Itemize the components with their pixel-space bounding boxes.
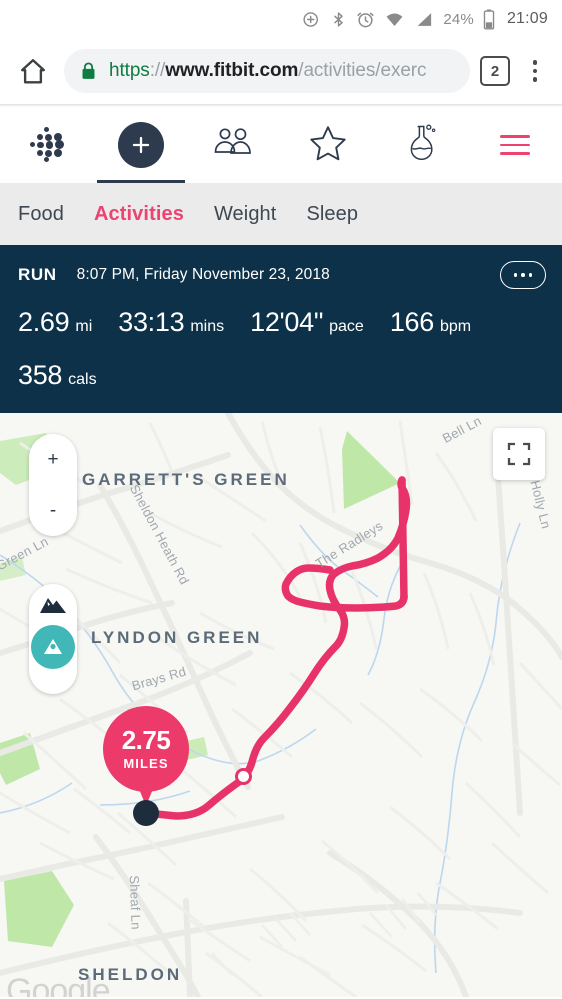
tab-activities[interactable]: Activities <box>94 203 184 226</box>
nav-item-friends[interactable] <box>187 107 281 183</box>
activity-datetime-label: 8:07 PM, Friday November 23, 2018 <box>76 266 330 283</box>
stat-duration: 33:13 mins <box>118 307 224 338</box>
route-start-marker <box>133 800 159 826</box>
route-waypoint-marker <box>235 768 252 785</box>
more-options-icon[interactable] <box>500 261 546 289</box>
stat-distance: 2.69 mi <box>18 307 92 338</box>
mile-marker-distance: 2.75 <box>121 725 171 756</box>
stat-distance-value: 2.69 <box>18 307 70 337</box>
nav-item-log-activity[interactable] <box>94 107 188 183</box>
url-separator: :// <box>149 60 166 81</box>
zoom-out-button[interactable]: - <box>50 501 56 520</box>
stat-duration-value: 33:13 <box>118 307 185 337</box>
zoom-in-button[interactable]: + <box>47 450 58 469</box>
stat-pace: 12'04" pace <box>250 307 364 338</box>
mile-marker-unit: MILES <box>123 755 169 771</box>
add-icon <box>117 122 164 168</box>
stat-duration-unit: mins <box>190 318 225 335</box>
stat-calories-unit: cals <box>68 371 97 388</box>
fitbit-top-nav <box>0 107 562 183</box>
cell-signal-icon <box>414 10 434 29</box>
tab-food[interactable]: Food <box>18 203 64 226</box>
fullscreen-icon[interactable] <box>493 428 545 480</box>
tab-sleep[interactable]: Sleep <box>306 203 358 226</box>
route-map[interactable]: GARRETT'S GREEN LYNDON GREEN SHELDON Bel… <box>0 413 562 997</box>
star-icon <box>308 124 348 167</box>
battery-percent-label: 24% <box>443 10 474 28</box>
lock-icon <box>80 61 97 81</box>
phone-screen: 24% 21:09 https://www.fitbit.com/activit… <box>0 0 562 999</box>
home-icon[interactable] <box>12 50 54 92</box>
alarm-icon <box>356 10 375 29</box>
tab-counter-button[interactable]: 2 <box>480 56 510 86</box>
battery-icon <box>483 8 495 30</box>
activity-type-label: RUN <box>18 265 57 284</box>
url-bar[interactable]: https://www.fitbit.com/activities/exerc <box>64 49 470 93</box>
url-text: https://www.fitbit.com/activities/exerc <box>109 60 426 82</box>
stat-pace-unit: pace <box>329 318 364 335</box>
location-add-icon <box>302 10 321 29</box>
wifi-icon <box>384 10 405 29</box>
mile-marker-pin[interactable]: 2.75 MILES <box>103 706 189 792</box>
stat-heartrate: 166 bpm <box>390 307 471 338</box>
map-canvas <box>0 413 562 997</box>
bluetooth-icon <box>330 10 347 29</box>
flask-icon <box>405 122 439 169</box>
activity-summary-panel: RUN 8:07 PM, Friday November 23, 2018 2.… <box>0 245 562 413</box>
category-tabs: Food Activities Weight Sleep <box>0 183 562 245</box>
nav-item-menu[interactable] <box>468 107 562 183</box>
status-clock: 21:09 <box>506 10 548 27</box>
map-zoom-controls[interactable]: + - <box>29 434 77 536</box>
kebab-menu-icon[interactable] <box>520 54 550 88</box>
terrain-icon[interactable] <box>38 594 68 619</box>
summary-stats-row-2: 358 cals <box>18 360 544 391</box>
android-status-bar: 24% 21:09 <box>0 0 562 38</box>
stat-heartrate-unit: bpm <box>439 318 472 335</box>
nav-item-challenges[interactable] <box>281 107 375 183</box>
nav-item-labs[interactable] <box>375 107 469 183</box>
map-layer-controls[interactable] <box>29 584 77 694</box>
stat-calories: 358 cals <box>18 360 97 391</box>
stat-distance-unit: mi <box>75 318 93 335</box>
browser-toolbar: https://www.fitbit.com/activities/exerc … <box>0 38 562 104</box>
summary-header: RUN 8:07 PM, Friday November 23, 2018 <box>18 265 544 285</box>
url-path: /activities/exerc <box>298 60 427 81</box>
fitbit-logo <box>24 125 70 165</box>
stat-pace-value: 12'04" <box>250 307 324 337</box>
nav-item-fitbit-logo[interactable] <box>0 107 94 183</box>
stat-calories-value: 358 <box>18 360 63 390</box>
stat-heartrate-value: 166 <box>389 307 434 337</box>
tab-weight[interactable]: Weight <box>214 203 277 226</box>
run-marker-icon[interactable] <box>31 625 75 669</box>
friends-icon <box>212 127 256 164</box>
url-scheme: https <box>109 60 150 81</box>
url-host: www.fitbit.com <box>165 60 299 81</box>
summary-stats-row-1: 2.69 mi 33:13 mins 12'04" pace 166 bpm <box>18 307 544 338</box>
hamburger-icon <box>500 135 531 155</box>
